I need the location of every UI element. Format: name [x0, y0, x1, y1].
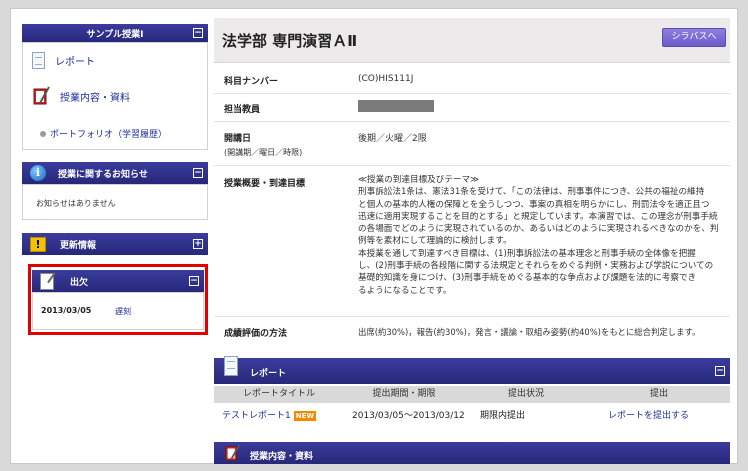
notice-panel-body: お知らせはありません	[22, 184, 208, 220]
expand-toggle[interactable]: +	[193, 239, 203, 249]
report-section-title: レポート	[250, 369, 287, 379]
course-title: サンプル授業Ⅰ	[86, 29, 144, 40]
overview-line: 迅速に適用実現することを目的とする」と規定しています。本演習では、この理念が刑事…	[358, 211, 718, 222]
menu-item-label[interactable]: レポート	[55, 53, 95, 68]
divider	[214, 93, 730, 94]
schedule-label: 開講日 (開講期／曜日／時限)	[224, 131, 302, 158]
updates-title: 更新情報	[60, 240, 97, 251]
materials-book-icon	[33, 86, 50, 105]
evaluation-value: 出席(約30%)，報告(約30%)，発言・議論・取組み姿勢(約40%)をもとに総…	[358, 327, 701, 337]
divider	[214, 165, 730, 166]
overview-line: ≪授業の到達目標及びテーマ≫	[358, 175, 480, 185]
divider	[214, 316, 730, 317]
collapse-toggle[interactable]: −	[715, 366, 725, 376]
course-number-label: 科目ナンバー	[224, 77, 279, 87]
info-icon: i	[30, 165, 46, 181]
syllabus-button[interactable]: シラバスへ	[662, 28, 726, 47]
submit-report-link-label[interactable]: レポートを提出する	[608, 411, 689, 421]
report-table-header: レポートタイトル 提出期間・期限 提出状況 提出	[214, 386, 730, 403]
divider	[214, 121, 730, 122]
overview-text: ≪授業の到達目標及びテーマ≫ 刑事訴訟法1条は、憲法31条を受けて、「この法律は…	[358, 174, 724, 297]
updates-panel-header: ! 更新情報 +	[22, 233, 208, 255]
report-doc-icon	[32, 52, 45, 69]
report-status-cell: 期限内提出	[480, 411, 526, 421]
column-header: レポートタイトル	[242, 389, 315, 399]
materials-section-header: 授業内容・資料	[214, 442, 730, 464]
overview-line: るようになることです。	[358, 285, 452, 296]
overview-line: 本授業を通して到達すべき目標は、(1)刑事訴訟法の基本理念と刑事手続の全体像を把…	[358, 248, 696, 259]
portfolio-link-label[interactable]: ポートフォリオ（学習履歴）	[50, 127, 167, 140]
report-section-header: レポート −	[214, 356, 730, 384]
overview-line: 刑事訴訟法1条は、憲法31条を受けて、「この法律は、刑事事件につき、公共の福祉の…	[358, 187, 705, 198]
portfolio-link[interactable]: ポートフォリオ（学習履歴）	[40, 127, 167, 140]
menu-item-label[interactable]: 授業内容・資料	[60, 89, 130, 104]
report-doc-icon	[224, 356, 238, 376]
schedule-label-text: 開講日	[224, 134, 252, 144]
overview-line: と個人の基本的人権の保障とを全うしつつ、事案の真相を明らかにし、刑罰法令を適正且…	[358, 199, 710, 210]
column-header: 提出	[649, 389, 668, 399]
materials-section-title: 授業内容・資料	[250, 452, 314, 462]
column-header: 提出期間・期限	[372, 389, 436, 399]
course-title-bar: 法学部 専門演習ＡⅡ シラバスへ	[214, 18, 730, 63]
report-title-cell: テストレポート1 NEW	[214, 406, 352, 426]
column-header: 提出状況	[507, 389, 544, 399]
schedule-sub-label: (開講期／曜日／時限)	[224, 148, 303, 157]
evaluation-label: 成績評価の方法	[224, 329, 288, 339]
collapse-toggle[interactable]: −	[193, 28, 203, 38]
submit-report-link[interactable]: レポートを提出する	[588, 406, 730, 426]
bullet-icon	[40, 130, 46, 137]
report-title-link[interactable]: テストレポート1	[222, 411, 291, 421]
schedule-value: 後期／火曜／2限	[358, 134, 427, 144]
overview-line: の各場面でどのように実現されているのか、あるいはどのように実現されるべきなのかを…	[358, 224, 719, 235]
teacher-name-redacted	[358, 100, 434, 112]
notice-empty-text: お知らせはありません	[36, 199, 116, 208]
menu-item-report[interactable]: レポート	[32, 52, 95, 69]
new-badge: NEW	[293, 410, 317, 421]
teacher-label: 担当教員	[224, 105, 261, 115]
materials-book-icon	[225, 444, 241, 461]
collapse-toggle[interactable]: −	[193, 168, 203, 178]
menu-item-materials[interactable]: 授業内容・資料	[32, 86, 130, 106]
notice-panel-header: i 授業に関するお知らせ −	[22, 162, 208, 184]
warning-icon: !	[30, 236, 46, 252]
overview-label: 授業概要・到達目標	[224, 179, 306, 189]
course-panel-header: サンプル授業Ⅰ −	[22, 24, 208, 42]
course-number-value: (CO)HIS111J	[358, 74, 414, 84]
overview-line: 例等を素材にして理論的に検討します。	[358, 236, 512, 247]
page-title: 法学部 専門演習ＡⅡ	[222, 32, 358, 50]
overview-line: し、(2)刑事手続の各段階に関する法規定とそれらをめぐる判例・実務および学説につ…	[358, 261, 714, 272]
notice-title: 授業に関するお知らせ	[58, 169, 148, 180]
highlight-box	[28, 264, 208, 335]
overview-line: 基礎的知識を身につけ、(3)刑事手続をめぐる基本的な争点および課題を法的に考察で…	[358, 273, 697, 284]
report-period-cell: 2013/03/05～2013/03/12	[352, 411, 465, 421]
table-row: テストレポート1 NEW 2013/03/05～2013/03/12 期限内提出 …	[214, 406, 730, 426]
